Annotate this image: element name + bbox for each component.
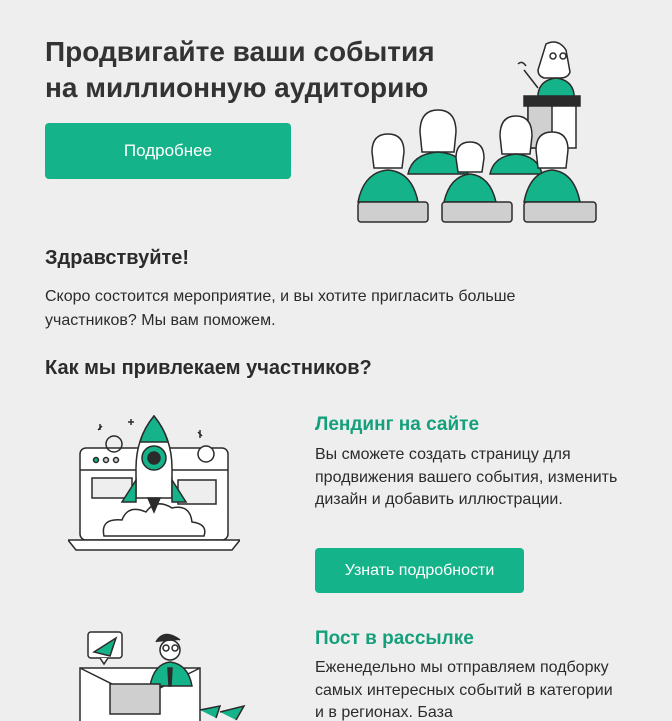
landing-text: Вы сможете создать страницу для продвиже… — [315, 446, 618, 508]
landing-title: Лендинг на сайте — [315, 414, 480, 435]
newsletter-title: Пост в рассылке — [315, 628, 474, 649]
how-heading: Как мы привлекаем участников? — [45, 357, 372, 379]
greeting-heading: Здравствуйте! — [45, 247, 190, 269]
mail-person-illustration — [79, 631, 246, 721]
more-button[interactable]: Подробнее — [45, 123, 291, 179]
rocket-laptop-illustration — [68, 414, 240, 551]
intro-text: Скоро состоится мероприятие, и вы хотите… — [45, 288, 516, 329]
newsletter-text: Еженедельно мы отправляем подборку самых… — [315, 659, 613, 721]
audience-illustration — [357, 41, 597, 223]
learn-more-button[interactable]: Узнать подробности — [315, 548, 524, 593]
